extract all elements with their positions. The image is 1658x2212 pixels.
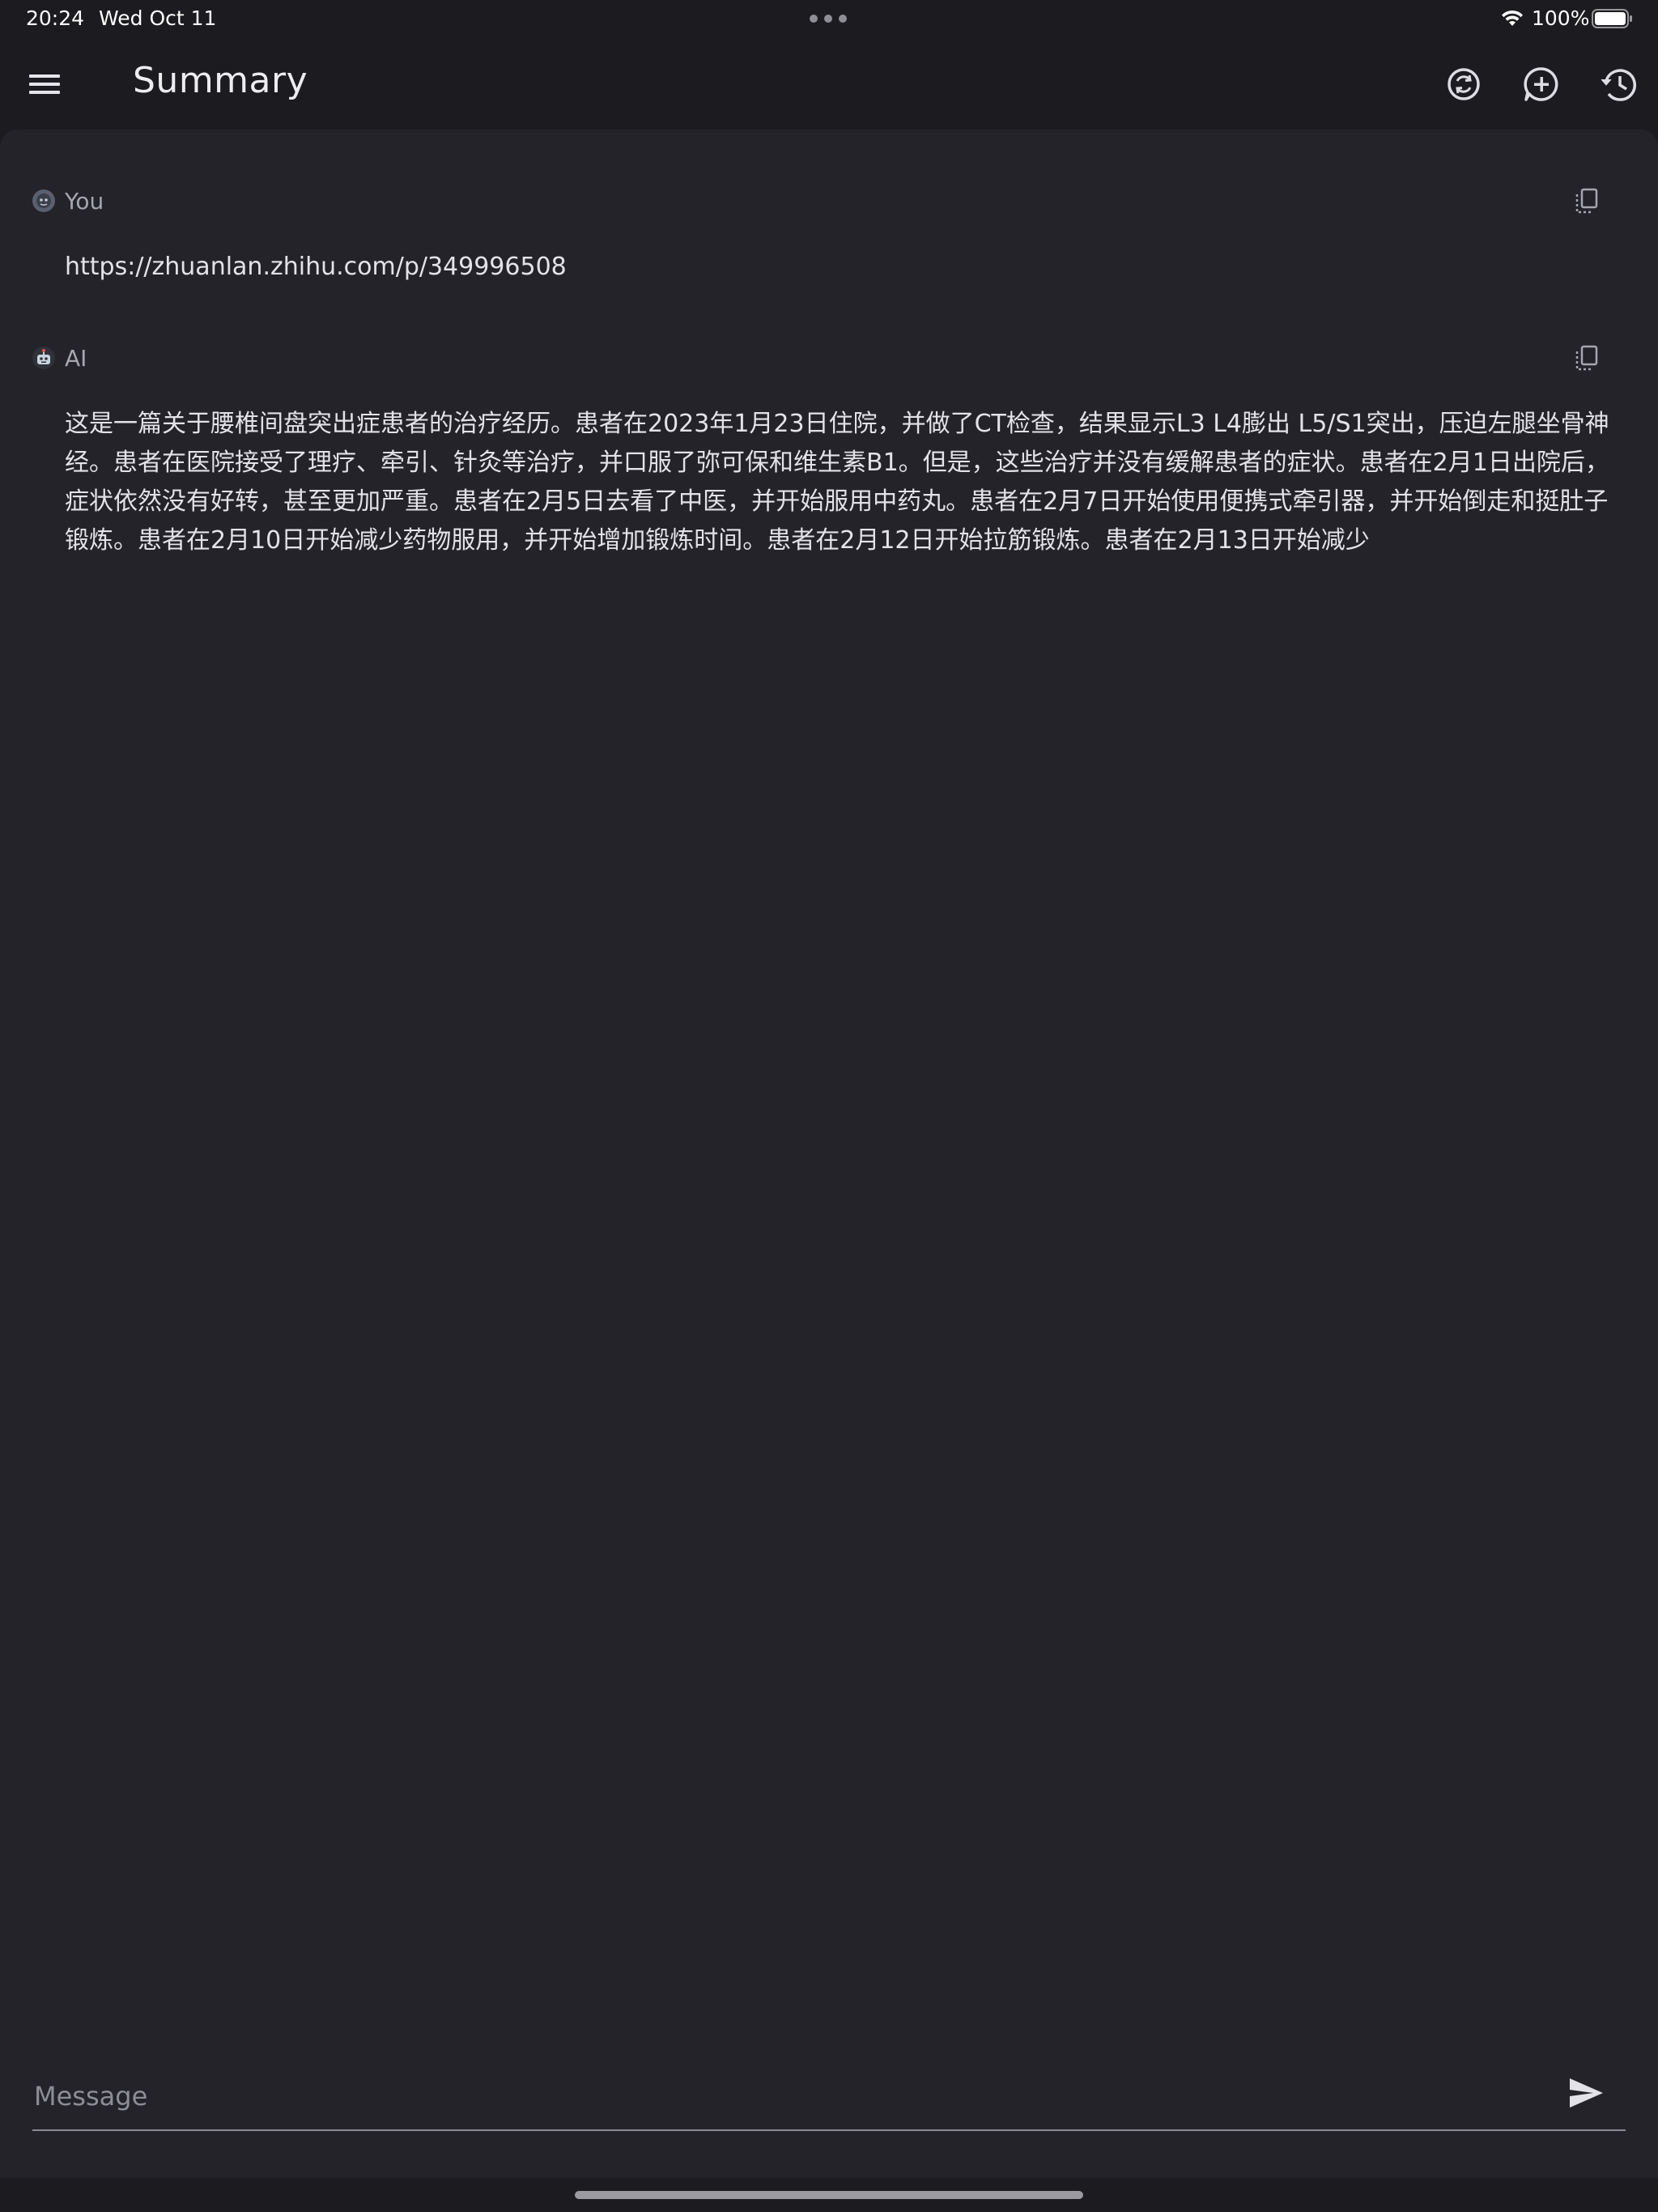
user-avatar-icon bbox=[32, 189, 55, 212]
battery-percent: 100% bbox=[1532, 6, 1590, 30]
status-bar: 20:24 Wed Oct 11 100% bbox=[0, 0, 1658, 39]
robot-avatar-icon bbox=[32, 347, 55, 369]
dot bbox=[839, 15, 847, 23]
message-input[interactable] bbox=[32, 2071, 1558, 2121]
chat-panel[interactable]: You https://zhuanlan.zhihu.com/p/3499965… bbox=[0, 130, 1658, 2178]
dot bbox=[810, 15, 818, 23]
home-indicator[interactable] bbox=[575, 2191, 1083, 2199]
page-title: Summary bbox=[133, 60, 308, 101]
app-bar: Summary bbox=[0, 39, 1658, 130]
message-text-user: https://zhuanlan.zhihu.com/p/349996508 bbox=[65, 253, 567, 281]
message-role-label: You bbox=[65, 187, 104, 215]
copy-icon[interactable] bbox=[1571, 185, 1603, 217]
screen: 20:24 Wed Oct 11 100% Summary You https:… bbox=[0, 0, 1658, 2212]
input-underline bbox=[32, 2129, 1626, 2131]
status-date: Wed Oct 11 bbox=[99, 6, 217, 30]
message-text-ai: 这是一篇关于腰椎间盘突出症患者的治疗经历。患者在2023年1月23日住院，并做了… bbox=[65, 410, 1609, 555]
dot bbox=[824, 15, 832, 23]
message-role-label: AI bbox=[65, 344, 87, 372]
menu-icon[interactable] bbox=[24, 68, 66, 100]
copy-icon[interactable] bbox=[1571, 342, 1603, 374]
refresh-icon[interactable] bbox=[1441, 62, 1486, 107]
battery-icon bbox=[1592, 9, 1632, 28]
message-header-user: You bbox=[32, 185, 104, 217]
wifi-icon bbox=[1502, 10, 1523, 26]
send-icon[interactable] bbox=[1566, 2073, 1606, 2113]
multitask-dots-icon[interactable] bbox=[810, 15, 847, 23]
message-header-ai: AI bbox=[32, 342, 87, 374]
status-time: 20:24 bbox=[26, 6, 85, 30]
history-icon[interactable] bbox=[1596, 62, 1642, 107]
new-chat-icon[interactable] bbox=[1519, 62, 1564, 107]
